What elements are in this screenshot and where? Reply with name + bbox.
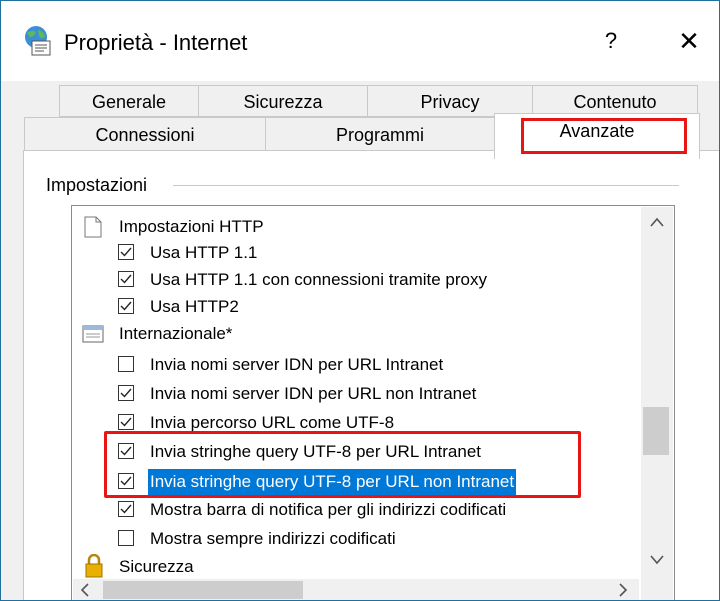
settings-group-label: Impostazioni [46,175,148,195]
setting-label: Usa HTTP 1.1 [150,243,258,262]
tab-generale[interactable]: Generale [59,85,199,117]
settings-tree-list[interactable]: Impostazioni HTTP Usa HTTP 1.1 Usa HTTP … [71,205,675,600]
vertical-scroll-thumb[interactable] [643,407,669,455]
window-icon [82,325,104,351]
tab-sicurezza[interactable]: Sicurezza [198,85,368,117]
close-button[interactable]: ✕ [659,21,719,61]
category-label: Internazionale* [119,324,233,343]
help-button[interactable]: ? [581,21,641,61]
utf8-query-highlight-box [104,431,581,498]
horizontal-scrollbar[interactable] [73,579,639,600]
setting-label: Usa HTTP 1.1 con connessioni tramite pro… [150,270,487,289]
scroll-down-icon[interactable] [649,553,665,571]
internet-properties-window: Proprietà - Internet ? ✕ Generale Sicure… [0,0,720,601]
scroll-left-icon[interactable] [79,583,91,600]
internet-globe-icon [22,25,52,57]
active-tab-highlight [521,118,687,154]
horizontal-scroll-thumb[interactable] [103,581,303,599]
checkbox[interactable] [118,298,134,314]
vertical-scrollbar[interactable] [641,207,673,600]
checkbox[interactable] [118,414,134,430]
setting-label: Invia nomi server IDN per URL non Intran… [150,384,477,403]
checkbox[interactable] [118,501,134,517]
checkbox[interactable] [118,530,134,546]
window-title: Proprietà - Internet [64,30,248,55]
tab-programmi[interactable]: Programmi [265,117,495,151]
checkbox[interactable] [118,271,134,287]
setting-label: Mostra barra di notifica per gli indiriz… [150,500,507,519]
category-label: Impostazioni HTTP [119,217,264,236]
setting-label: Mostra sempre indirizzi codificati [150,529,396,548]
page-icon [84,216,102,246]
setting-label: Invia nomi server IDN per URL Intranet [150,355,444,374]
scroll-right-icon[interactable] [617,583,629,600]
scroll-up-icon[interactable] [649,215,665,233]
checkbox[interactable] [118,356,134,372]
setting-label: Usa HTTP2 [150,297,239,316]
checkbox[interactable] [118,385,134,401]
tab-connessioni[interactable]: Connessioni [24,117,266,151]
category-label: Sicurezza [119,557,194,576]
group-divider [173,185,679,186]
checkbox[interactable] [118,244,134,260]
title-bar: Proprietà - Internet ? ✕ [1,1,719,81]
